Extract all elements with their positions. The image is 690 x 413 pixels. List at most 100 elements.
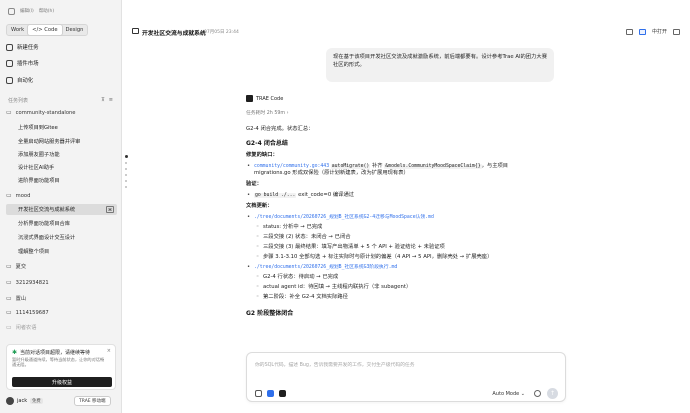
group-other[interactable]: ▭ 闲者农语 [6, 324, 36, 331]
task-item[interactable]: 理解整个项目 [6, 246, 117, 257]
automation-icon [6, 76, 13, 84]
task-list-label: 任务列表 [8, 98, 29, 104]
fix-file-link[interactable]: community/community.go:443 [254, 164, 329, 169]
task-item[interactable]: 沉浸式界面设计交互设计 [6, 232, 117, 243]
avatar [6, 397, 14, 405]
folder-icon: ▭ [6, 309, 12, 316]
summary-heading: G2-4 闭合总结 [246, 140, 288, 147]
user-message: 现在基于该项目开发社区交流及成就激励系统，前后端都要有。设计参考Trae AI的… [326, 48, 554, 82]
tab-work[interactable]: Work [7, 25, 28, 35]
task-item[interactable]: 全量启动网站服务器并评审 [6, 136, 117, 147]
panel-icon[interactable] [625, 28, 633, 35]
verify-label: 验证： [246, 181, 262, 187]
close-icon[interactable]: × [107, 348, 111, 354]
next-heading: G2 阶段整体闭合 [246, 310, 294, 317]
scroll-dot[interactable] [125, 186, 127, 188]
task-item-label: 开发社区交流与成就系统 [18, 207, 76, 213]
filter-icon[interactable]: ≡ [109, 97, 113, 103]
tab-design[interactable]: Design [62, 25, 88, 35]
composer-tools [255, 390, 286, 397]
upgrade-card: × ✱ 当前对话项目超限，请继续等待 暂时升级通道持续，等待当前状态，让你的对话… [6, 344, 116, 390]
upgrade-button[interactable]: 升级权益 [12, 377, 112, 387]
send-button[interactable]: ↑ [547, 388, 558, 399]
doc-item: ./tree/documents/20260726_规划B_社区系统G3阶段执行… [246, 264, 566, 271]
task-item-label: 进阶界面功能项目 [18, 178, 60, 184]
scroll-dot[interactable] [125, 174, 127, 176]
group-mood[interactable]: ▭ mood [6, 192, 30, 199]
menu-help[interactable]: 帮助(h) [39, 8, 54, 14]
user-profile[interactable]: jack 免费 [6, 397, 43, 405]
scroll-dot[interactable] [125, 155, 128, 158]
window-topbar: 编辑(l) 帮助(h) [8, 7, 54, 15]
upgrade-title-text: 当前对话项目超限，请继续等待 [20, 350, 91, 356]
plan-badge: 免费 [30, 398, 43, 404]
scroll-dot[interactable] [125, 162, 127, 164]
folder-icon: ▭ [6, 109, 12, 116]
model-icon[interactable] [267, 390, 274, 397]
doc-label: 文档更新： [246, 203, 273, 209]
nav-automation-label: 自动化 [17, 78, 34, 84]
folder-icon: ▭ [6, 295, 12, 302]
task-item-active[interactable]: 开发社区交流与成就系统 ⌘ [6, 204, 117, 215]
fix-text-cont: migrations.go 形成双保险（原计划新建表，改为扩展用现有表） [254, 170, 409, 176]
folder-icon: ▭ [6, 263, 12, 270]
task-item[interactable]: 上传项目到Gitee [6, 122, 117, 133]
agent-icon[interactable] [279, 390, 286, 397]
trae-mobile-button[interactable]: TRAE 移动端 [74, 396, 111, 406]
task-duration[interactable]: 任务耗时 2h 59m › [246, 109, 566, 116]
task-item[interactable]: 进阶界面功能项目 [6, 175, 117, 186]
sidebar-toggle-icon[interactable] [8, 7, 15, 15]
new-task-icon [6, 43, 13, 51]
scroll-dot[interactable] [125, 168, 127, 170]
doc-sub-item: 三段交接 (3) 最终结果：填写产出物清单 + 5 个 API + 验证结论 +… [246, 244, 566, 251]
nav-new-task[interactable]: 新建任务 [6, 42, 116, 52]
header-actions: 中打开 [625, 28, 680, 35]
group-other[interactable]: ▭ 3212934821 [6, 279, 49, 286]
task-item-label: 沉浸式界面设计交互设计 [18, 235, 76, 241]
fix-code: autoMigrate() [330, 164, 371, 169]
task-item-label: 全量启动网站服务器并评审 [18, 139, 81, 145]
open-in-button[interactable]: 中打开 [652, 28, 667, 35]
chat-composer[interactable]: 你的SQL代码，描述 Bug，告诉我需要开发的工作，交付生产级代码的任务 Aut… [246, 352, 566, 402]
group-other[interactable]: ▭ 置山 [6, 295, 26, 302]
doc-sub-item: status: 分析中 → 已完成 [246, 224, 566, 231]
group-other[interactable]: ▭ 夏交 [6, 263, 26, 270]
scroll-dot[interactable] [125, 180, 127, 182]
doc-sub-item: 三段交接 (2) 状态：未闭合 → 已闭合 [246, 234, 566, 241]
attach-icon[interactable] [534, 390, 541, 397]
tab-code[interactable]: </> Code [28, 25, 62, 35]
task-item[interactable]: 设计社区AI助手 [6, 162, 117, 173]
group-name: 闲者农语 [15, 325, 37, 331]
mode-select[interactable]: Auto Mode ⌄ [492, 391, 525, 397]
group-name: 置山 [15, 296, 27, 302]
doc-link[interactable]: ./tree/documents/20260726_规划B_社区系统G3阶段执行… [254, 265, 397, 270]
verify-text: exit_code=0 编译通过 [296, 192, 355, 198]
group-community-standalone[interactable]: ▭ community-standalone [6, 109, 75, 116]
ide-icon[interactable] [638, 28, 646, 35]
verify-item: go build ./... exit_code=0 编译通过 [246, 192, 566, 199]
scroll-indicator[interactable] [125, 155, 128, 188]
folder-icon: ▭ [6, 324, 12, 331]
plugin-icon [6, 59, 13, 67]
task-item[interactable]: 分析界面功能项目合库 [6, 218, 117, 229]
task-item[interactable]: 添加朋友圈子功能 [6, 149, 117, 160]
fix-label: 修复的缺口： [246, 152, 278, 158]
layout-icon[interactable] [673, 28, 680, 35]
add-context-icon[interactable] [255, 390, 262, 397]
doc-sub-item: 第二阶段：补全 G2-4 文档实际路径 [246, 294, 566, 301]
nav-new-task-label: 新建任务 [17, 45, 39, 51]
collapse-icon[interactable]: ⊼ [101, 97, 105, 103]
fix-text: ，与主项目 [481, 163, 509, 169]
doc-link[interactable]: ./tree/documents/20260726_规划B_社区系统G2-4迁移… [254, 215, 434, 220]
nav-plugins[interactable]: 插件市场 [6, 58, 116, 68]
group-name: mood [15, 192, 31, 199]
group-name: community-standalone [15, 109, 76, 116]
task-shortcut-icon[interactable]: ⌘ [106, 206, 114, 213]
composer-input[interactable]: 你的SQL代码，描述 Bug，告诉我需要开发的工作，交付生产级代码的任务 [255, 361, 415, 368]
menu-edit[interactable]: 编辑(l) [20, 8, 34, 14]
group-other[interactable]: ▭ 1114159687 [6, 309, 49, 316]
verify-code: go build ./... [254, 193, 297, 198]
bot-name: TRAE Code [256, 95, 284, 102]
nav-automation[interactable]: 自动化 [6, 75, 116, 85]
task-item-label: 理解整个项目 [18, 249, 50, 255]
